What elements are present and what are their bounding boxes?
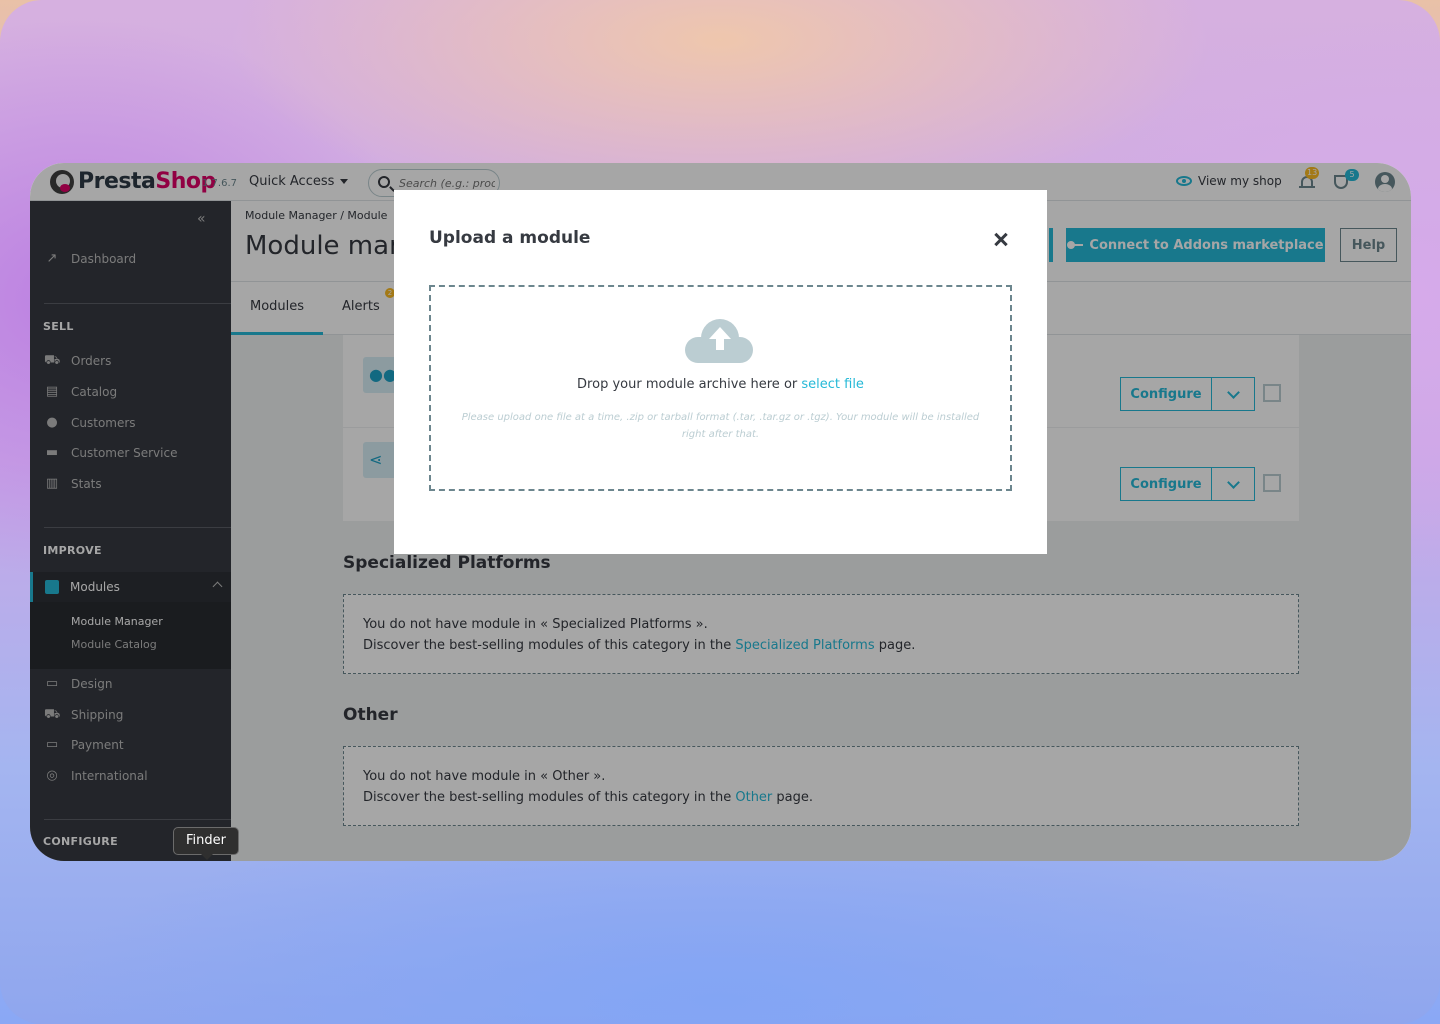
- upload-help-text: Please upload one file at a time, .zip o…: [461, 412, 980, 440]
- upload-module-modal: Upload a module Drop your module archive…: [394, 190, 1047, 554]
- modal-title: Upload a module: [429, 228, 591, 248]
- module-dropzone[interactable]: Drop your module archive here or select …: [429, 285, 1012, 491]
- drop-instructions: Drop your module archive here or select …: [577, 377, 864, 392]
- browser-window: PrestaShop 1.7.6.7 Quick Access View my …: [30, 163, 1411, 861]
- close-icon[interactable]: [990, 228, 1012, 250]
- cloud-upload-icon: [685, 317, 755, 363]
- finder-tooltip: Finder: [173, 827, 239, 860]
- select-file-link[interactable]: select file: [801, 377, 864, 392]
